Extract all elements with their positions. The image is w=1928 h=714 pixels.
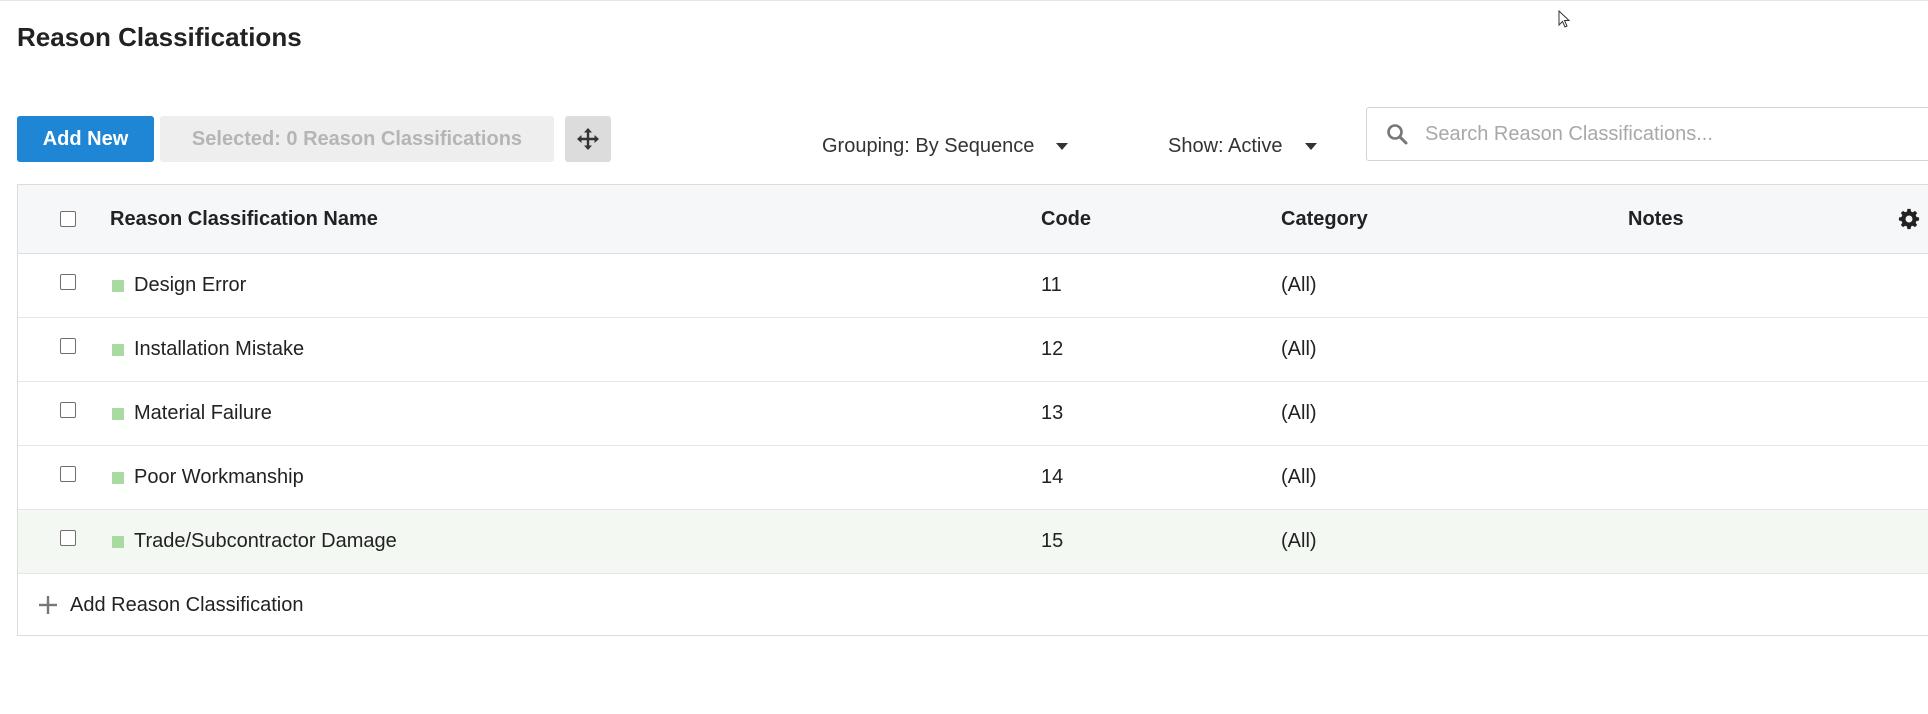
table-row[interactable]: Design Error 11 (All) (18, 254, 1928, 318)
add-reason-classification-button[interactable]: Add Reason Classification (18, 574, 1928, 636)
row-name[interactable]: Material Failure (134, 382, 272, 445)
row-color-swatch (112, 344, 124, 356)
search-input[interactable] (1423, 121, 1907, 147)
row-checkbox[interactable] (60, 338, 76, 354)
row-category: (All) (1281, 274, 1317, 296)
row-name[interactable]: Installation Mistake (134, 318, 304, 381)
row-code: 14 (1041, 466, 1064, 488)
row-color-swatch (112, 408, 124, 420)
search-box (1366, 107, 1928, 161)
show-filter-label: Show: Active (1168, 134, 1283, 157)
row-code: 13 (1041, 402, 1064, 424)
column-header-category[interactable]: Category (1281, 185, 1368, 253)
plus-icon (39, 596, 57, 614)
row-name[interactable]: Poor Workmanship (134, 446, 304, 509)
row-checkbox[interactable] (60, 274, 76, 290)
reason-classifications-table: Reason Classification Name Code Category… (17, 184, 1928, 636)
row-code: 15 (1041, 530, 1064, 552)
row-code: 12 (1041, 338, 1064, 360)
row-color-swatch (112, 536, 124, 548)
row-checkbox[interactable] (60, 466, 76, 482)
row-color-swatch (112, 280, 124, 292)
top-divider (0, 0, 1928, 1)
row-name[interactable]: Design Error (134, 254, 246, 317)
row-category: (All) (1281, 402, 1317, 424)
row-category: (All) (1281, 530, 1317, 552)
column-header-code[interactable]: Code (1041, 185, 1091, 253)
table-row[interactable]: Installation Mistake 12 (All) (18, 318, 1928, 382)
search-icon (1387, 124, 1408, 145)
column-header-notes[interactable]: Notes (1628, 185, 1684, 253)
column-header-name[interactable]: Reason Classification Name (110, 185, 378, 253)
row-checkbox[interactable] (60, 530, 76, 546)
table-row[interactable]: Material Failure 13 (All) (18, 382, 1928, 446)
gear-icon (1898, 208, 1920, 230)
page-title: Reason Classifications (17, 22, 302, 52)
move-button[interactable] (565, 116, 611, 162)
grouping-label: Grouping: By Sequence (822, 134, 1035, 157)
caret-down-icon (1056, 142, 1069, 150)
table-row[interactable]: Poor Workmanship 14 (All) (18, 446, 1928, 510)
add-new-button[interactable]: Add New (17, 116, 154, 162)
row-name[interactable]: Trade/Subcontractor Damage (134, 510, 397, 573)
select-all-checkbox[interactable] (60, 211, 76, 227)
row-category: (All) (1281, 466, 1317, 488)
table-header: Reason Classification Name Code Category… (18, 185, 1928, 254)
row-color-swatch (112, 472, 124, 484)
selected-count-button: Selected: 0 Reason Classifications (160, 116, 554, 162)
show-filter-dropdown[interactable]: Show: Active (1168, 132, 1317, 160)
mouse-pointer-icon (1558, 10, 1571, 28)
add-reason-classification-label: Add Reason Classification (70, 593, 304, 616)
grouping-dropdown[interactable]: Grouping: By Sequence (822, 132, 1069, 160)
move-arrows-icon (577, 128, 599, 150)
table-row[interactable]: Trade/Subcontractor Damage 15 (All) (18, 510, 1928, 574)
row-checkbox[interactable] (60, 402, 76, 418)
row-code: 11 (1041, 274, 1062, 296)
row-category: (All) (1281, 338, 1317, 360)
caret-down-icon (1304, 142, 1317, 150)
column-settings-button[interactable] (1898, 185, 1920, 253)
